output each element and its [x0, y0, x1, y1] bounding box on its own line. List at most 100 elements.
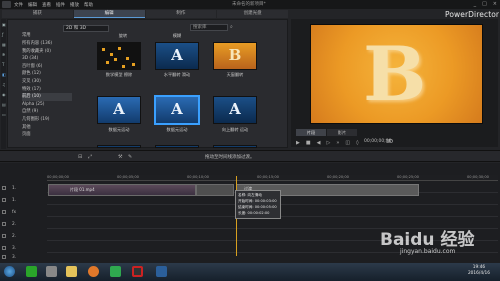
track-checkbox[interactable] — [2, 198, 6, 202]
category-item-selected[interactable]: 前后 (10) — [22, 93, 72, 101]
tab-movie[interactable]: 影片 — [327, 129, 357, 136]
menu-view[interactable]: 查看 — [42, 2, 51, 8]
trim-icon[interactable]: ⤢ — [88, 154, 92, 160]
column-header: 模糊 — [172, 33, 182, 38]
menu-edit[interactable]: 编辑 — [28, 2, 37, 8]
transition-icon[interactable]: ◧ — [2, 73, 6, 77]
category-item[interactable]: 自然 (9) — [22, 108, 72, 116]
transition-thumbnail[interactable]: A — [213, 96, 257, 124]
category-item[interactable]: 所有内容 (136) — [22, 40, 72, 48]
track-header-video-3[interactable]: 3. — [0, 244, 47, 253]
system-clock[interactable]: 19:46 2016/4/16 — [468, 265, 490, 277]
tab-edit[interactable]: 编辑 — [73, 10, 145, 18]
menu-playback[interactable]: 播放 — [70, 2, 79, 8]
thumbnail-caption: 向上翻转 运动 — [221, 127, 249, 132]
track-header-audio-2[interactable]: 2. — [0, 232, 47, 241]
stop-icon[interactable]: ■ — [306, 140, 311, 146]
transition-thumbnail[interactable]: A — [97, 96, 141, 124]
voice-icon[interactable]: ◉ — [2, 93, 6, 97]
category-item[interactable]: Alpha (25) — [22, 101, 72, 109]
tab-create-disc[interactable]: 创建光盘 — [217, 10, 288, 18]
category-item[interactable]: 颜色 (12) — [22, 70, 72, 78]
track-checkbox[interactable] — [2, 222, 6, 226]
track-checkbox[interactable] — [2, 186, 6, 190]
track-header-video-1[interactable]: 1. — [0, 184, 47, 193]
folder-icon[interactable]: ▣ — [2, 23, 6, 27]
transition-thumbnail[interactable]: B — [213, 42, 257, 70]
powerdirector-icon[interactable] — [156, 266, 167, 277]
fix-icon[interactable]: ✎ — [128, 154, 132, 160]
tab-capture[interactable]: 捕获 — [2, 10, 73, 18]
category-item[interactable]: 几何图形 (19) — [22, 116, 72, 124]
category-item[interactable]: 其他 — [22, 124, 72, 132]
media-icon[interactable] — [110, 266, 121, 277]
column-header: 旋转 — [118, 33, 128, 38]
preview-tabs: 片段 影片 — [296, 129, 357, 136]
subtitle-icon[interactable]: ▭ — [2, 113, 6, 117]
snapshot-icon[interactable]: ◫ — [345, 140, 350, 146]
maximize-icon[interactable]: □ — [482, 1, 487, 7]
tools-icon[interactable]: ⚒ — [118, 154, 122, 160]
tag-header: 常用 — [22, 33, 31, 38]
ruler-tick: 00;00;05;00 — [117, 175, 139, 179]
audio-mix-icon[interactable]: ♫ — [2, 83, 6, 87]
menu-plugins[interactable]: 插件 — [56, 2, 65, 8]
windows-taskbar: 19:46 2016/4/16 — [0, 263, 500, 281]
category-item[interactable]: 交叉 (30) — [22, 78, 72, 86]
transition-thumbnail-selected[interactable]: A — [155, 96, 199, 124]
fx-icon[interactable]: ƒ — [2, 33, 6, 37]
tab-produce[interactable]: 制作 — [145, 10, 217, 18]
transition-thumbnail[interactable] — [213, 145, 257, 148]
transition-thumbnail[interactable] — [97, 42, 141, 70]
track-checkbox[interactable] — [2, 210, 6, 214]
track-header-video-2[interactable]: 2. — [0, 220, 47, 229]
record-icon[interactable] — [132, 266, 143, 277]
track-header-audio-3[interactable]: 3. — [0, 253, 47, 261]
close-icon[interactable]: × — [493, 1, 497, 7]
volume-icon[interactable]: ◊ — [356, 140, 358, 146]
window-controls: _ □ × — [474, 1, 497, 7]
room-sidebar: ▣ ƒ ▦ ✻ T ◧ ♫ ◉ ▤ ▭ — [1, 19, 6, 149]
timeline-ruler[interactable]: 00;00;00;00 00;00;05;00 00;00;10;00 00;0… — [47, 175, 498, 181]
track-checkbox[interactable] — [2, 246, 6, 250]
search-input[interactable]: 搜索库 — [190, 24, 228, 31]
category-item[interactable]: 百叶窗 (6) — [22, 63, 72, 71]
category-item[interactable]: 特效 (17) — [22, 86, 72, 94]
split-icon[interactable]: ⊟ — [78, 154, 82, 160]
search-icon[interactable]: ⌕ — [230, 24, 233, 30]
transition-thumbnail[interactable] — [97, 145, 141, 148]
pip-icon[interactable]: ▦ — [2, 43, 6, 47]
next-frame-icon[interactable]: ▷ — [326, 140, 330, 146]
chapter-icon[interactable]: ▤ — [2, 103, 6, 107]
3d-toggle[interactable]: 3D — [386, 139, 393, 145]
track-checkbox[interactable] — [2, 255, 6, 259]
menu-file[interactable]: 文件 — [14, 2, 23, 8]
track-checkbox[interactable] — [2, 234, 6, 238]
app-icon[interactable] — [26, 266, 37, 277]
particle-icon[interactable]: ✻ — [2, 53, 6, 57]
play-icon[interactable]: ▶ — [296, 140, 300, 146]
fast-forward-icon[interactable]: » — [336, 140, 339, 146]
tab-clip[interactable]: 片段 — [296, 129, 326, 136]
2d-3d-dropdown[interactable]: 2D 和 3D — [63, 24, 109, 32]
transition-thumbnail[interactable] — [155, 145, 199, 148]
title-icon[interactable]: T — [2, 63, 6, 67]
firefox-icon[interactable] — [88, 266, 99, 277]
start-button-icon[interactable] — [4, 266, 15, 277]
folder-icon[interactable] — [66, 266, 77, 277]
ruler-tick: 00;00;10;00 — [187, 175, 209, 179]
thumbnail-letter: A — [171, 100, 183, 118]
prev-frame-icon[interactable]: ◀ — [317, 140, 321, 146]
thumbnail-letter: A — [171, 46, 183, 64]
transition-thumbnail[interactable]: A — [155, 42, 199, 70]
app-icon[interactable] — [46, 266, 57, 277]
category-item[interactable]: 我的收藏夹 (0) — [22, 48, 72, 56]
category-item[interactable]: 页面 — [22, 131, 72, 139]
ruler-tick: 00;00;15;00 — [257, 175, 279, 179]
minimize-icon[interactable]: _ — [474, 1, 477, 7]
menu-help[interactable]: 帮助 — [84, 2, 93, 8]
track-header-audio-1[interactable]: 1. — [0, 196, 47, 205]
track-header-fx[interactable]: fx — [0, 208, 47, 217]
video-clip[interactable] — [196, 184, 234, 196]
category-item[interactable]: 3D (34) — [22, 55, 72, 63]
